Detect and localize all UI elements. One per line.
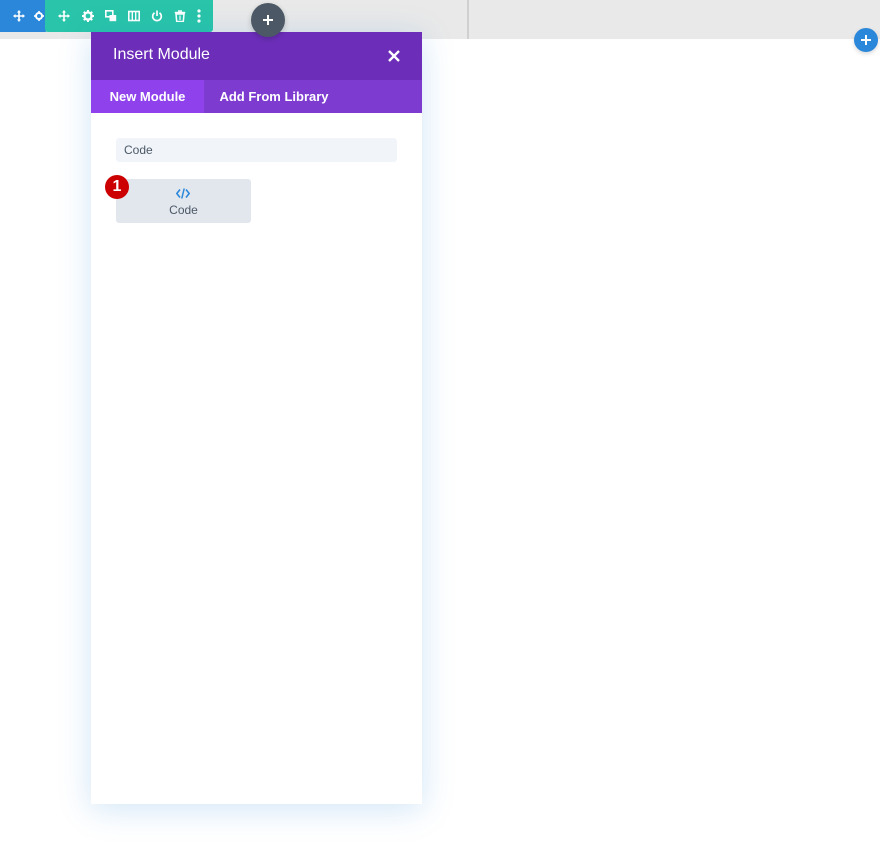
modal-header: Insert Module [91,32,422,80]
step-number-badge: 1 [105,175,129,199]
duplicate-icon[interactable] [103,8,119,24]
plus-icon [263,15,273,25]
tab-add-from-library[interactable]: Add From Library [204,80,344,113]
add-module-button[interactable] [854,28,878,52]
tab-new-module[interactable]: New Module [91,80,204,113]
column-divider [467,0,469,39]
columns-icon[interactable] [126,8,142,24]
module-label: Code [169,203,198,217]
trash-icon[interactable] [172,8,188,24]
move-icon[interactable] [11,8,27,24]
more-icon[interactable] [191,8,207,24]
code-icon [175,186,191,200]
gear-icon[interactable] [34,8,44,24]
plus-icon [861,35,871,45]
insert-module-modal: Insert Module New Module Add From Librar… [91,32,422,804]
add-row-button[interactable] [251,3,285,37]
row-toolbar [45,0,213,32]
module-tile-code[interactable]: Code [116,179,251,223]
gear-icon[interactable] [80,8,96,24]
modal-title: Insert Module [113,46,210,63]
module-search-input[interactable] [116,138,397,162]
section-toolbar [0,0,48,32]
move-icon[interactable] [56,8,72,24]
power-icon[interactable] [149,8,165,24]
modal-tabs: New Module Add From Library [91,80,422,113]
close-icon[interactable] [386,48,402,64]
